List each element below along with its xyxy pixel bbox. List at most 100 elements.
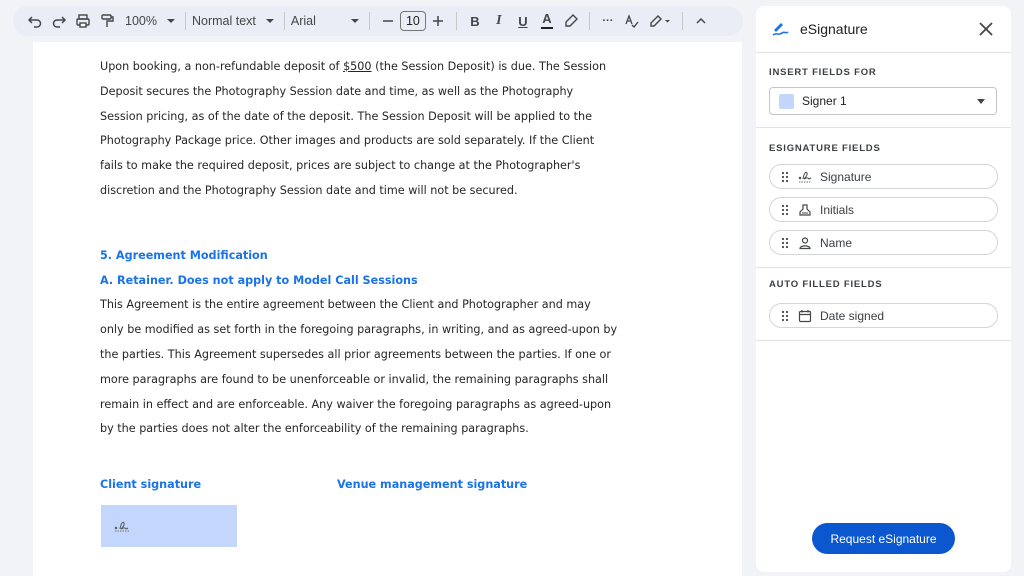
initials-field-chip[interactable]: Initials: [769, 197, 998, 222]
editing-mode-button[interactable]: [644, 9, 676, 33]
drag-handle-icon: [781, 171, 789, 182]
increase-font-size-button[interactable]: [426, 9, 450, 33]
paragraph-line: discretion and the Photography Session d…: [100, 183, 518, 197]
print-button[interactable]: [71, 9, 95, 33]
font-size-input[interactable]: 10: [399, 11, 426, 31]
toolbar-divider: [588, 12, 590, 30]
chevron-down-icon: [977, 99, 985, 104]
venue-signature-label: Venue management signature: [337, 478, 528, 491]
editor-toolbar: 100% Normal text Arial 10 B I U A ···: [13, 6, 743, 36]
chevron-down-icon: [265, 19, 274, 23]
field-label: Initials: [820, 202, 855, 217]
paragraph-line: Upon booking, a non-refundable deposit o…: [100, 56, 606, 81]
drag-handle-icon: [781, 310, 789, 321]
esignature-panel: eSignature INSERT FIELDS FOR Signer 1 ES…: [756, 6, 1011, 572]
paragraph-line: Session pricing, as of the date of the d…: [100, 109, 592, 123]
signer-dropdown[interactable]: Signer 1: [769, 87, 997, 115]
client-signature-field[interactable]: [101, 505, 237, 547]
field-label: Name: [820, 235, 853, 250]
signer-value: Signer 1: [802, 94, 847, 108]
print-icon: [76, 14, 90, 28]
redo-icon: [52, 16, 67, 28]
document-page[interactable]: Upon booking, a non-refundable deposit o…: [33, 42, 742, 576]
paragraph-line: more paragraphs are found to be unenforc…: [100, 372, 609, 386]
toolbar-divider: [283, 12, 285, 30]
chevron-down-icon: [166, 19, 175, 23]
plus-icon: [432, 16, 443, 26]
date-signed-field-chip[interactable]: Date signed: [769, 303, 998, 328]
undo-icon: [27, 16, 42, 28]
toolbar-divider: [184, 12, 186, 30]
section-label: ESIGNATURE FIELDS: [769, 143, 881, 154]
person-icon: [798, 236, 812, 250]
drag-handle-icon: [781, 237, 789, 248]
section-label: INSERT FIELDS FOR: [769, 67, 877, 78]
deposit-amount: $500: [343, 60, 372, 73]
paragraph-line: Deposit secures the Photography Session …: [100, 84, 574, 98]
decrease-font-size-button[interactable]: [376, 9, 400, 33]
zoom-value: 100%: [125, 14, 157, 28]
italic-button[interactable]: I: [487, 9, 511, 33]
underline-button[interactable]: U: [511, 9, 535, 33]
paragraph-line: fails to make the required deposit, pric…: [100, 159, 581, 173]
paragraph-line: by the parties does not alter the enforc…: [100, 422, 529, 436]
text-color-letter: A: [542, 11, 552, 26]
field-label: Signature: [820, 169, 872, 184]
paragraph-line: only be modified as set forth in the for…: [100, 323, 618, 337]
spellcheck-button[interactable]: [620, 9, 644, 33]
toolbar-divider: [455, 12, 457, 30]
subsection-heading: A. Retainer. Does not apply to Model Cal…: [100, 273, 418, 287]
signature-icon: [798, 170, 812, 184]
request-esignature-button[interactable]: Request eSignature: [812, 523, 955, 554]
esignature-fields-section: ESIGNATURE FIELDS Signature Initials Nam…: [756, 128, 1011, 268]
bold-button[interactable]: B: [463, 9, 487, 33]
toolbar-divider: [681, 12, 683, 30]
text-color-button[interactable]: A: [535, 9, 559, 33]
zoom-select[interactable]: 100%: [125, 14, 175, 28]
highlight-button[interactable]: [559, 9, 583, 33]
section-label: AUTO FILLED FIELDS: [769, 279, 883, 290]
chevron-down-icon: [350, 19, 359, 23]
text-span: (the Session Deposit) is due. The Sessio…: [371, 60, 607, 73]
paint-format-button[interactable]: [95, 9, 119, 33]
paragraph-line: remain in effect and are enforceable. An…: [100, 397, 612, 411]
collapse-toolbar-button[interactable]: [689, 9, 713, 33]
more-options-button[interactable]: ···: [596, 9, 620, 33]
highlighter-icon: [565, 14, 578, 27]
text-color-bar: [540, 27, 553, 29]
font-select[interactable]: Arial: [291, 14, 359, 28]
style-value: Normal text: [191, 14, 256, 28]
drag-handle-icon: [781, 204, 789, 215]
paragraph-line: Photography Package price. Other images …: [100, 134, 595, 148]
pencil-icon: [650, 15, 670, 27]
panel-title: eSignature: [800, 21, 868, 37]
minus-icon: [382, 20, 393, 22]
redo-button[interactable]: [47, 9, 71, 33]
signature-field-chip[interactable]: Signature: [769, 164, 998, 189]
initials-icon: [798, 203, 812, 217]
paragraph-line: the parties. This Agreement supersedes a…: [100, 347, 611, 361]
calendar-icon: [798, 309, 812, 323]
close-icon[interactable]: [977, 20, 995, 38]
signature-icon: [114, 521, 129, 532]
document-body: Upon booking, a non-refundable deposit o…: [100, 56, 618, 443]
toolbar-divider: [368, 12, 370, 30]
spellcheck-icon: [625, 14, 639, 29]
undo-button[interactable]: [23, 9, 47, 33]
name-field-chip[interactable]: Name: [769, 230, 998, 255]
font-value: Arial: [290, 14, 316, 28]
insert-fields-section: INSERT FIELDS FOR Signer 1: [756, 53, 1011, 128]
client-signature-label: Client signature: [100, 478, 202, 491]
auto-filled-section: AUTO FILLED FIELDS Date signed: [756, 268, 1011, 341]
panel-header: eSignature: [756, 6, 1011, 53]
field-label: Date signed: [820, 308, 885, 323]
paragraph-line: This Agreement is the entire agreement b…: [100, 298, 591, 312]
signer-color-swatch: [779, 93, 794, 109]
style-select[interactable]: Normal text: [192, 14, 274, 28]
chevron-up-icon: [696, 17, 706, 24]
esignature-logo-icon: [772, 23, 789, 36]
section-heading: 5. Agreement Modification: [100, 248, 268, 262]
paint-format-icon: [101, 14, 114, 27]
